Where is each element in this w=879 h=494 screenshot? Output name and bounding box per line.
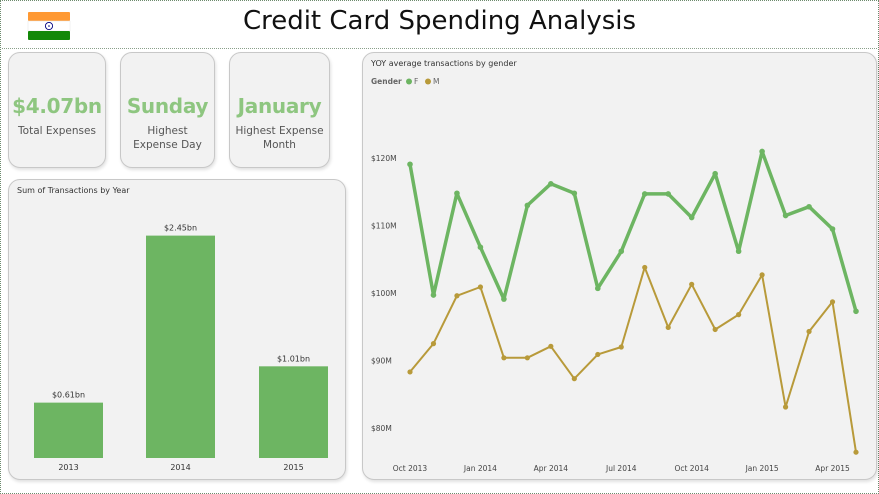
- y-tick-label-80: $80M: [371, 424, 392, 433]
- y-tick-label-120: $120M: [371, 154, 397, 163]
- series-line-M: [409, 266, 857, 453]
- bar-2014: [146, 235, 215, 458]
- bar-2013: [34, 402, 103, 458]
- point-F-2015-03: [806, 203, 812, 210]
- legend-label-M: M: [433, 77, 439, 86]
- x-tick-label-2014-10: Oct 2014: [674, 464, 709, 473]
- point-F-2014-02: [501, 296, 507, 302]
- point-M-2014-02: [501, 355, 507, 361]
- x-tick-label-2015: 2015: [283, 463, 303, 472]
- x-tick-label-2014: 2014: [170, 463, 190, 472]
- point-F-2015-01: [759, 148, 765, 155]
- header-bar: Credit Card Spending Analysis: [2, 2, 877, 49]
- legend-marker-F: [406, 78, 412, 85]
- bar-chart: $0.61bn 2013 $2.45bn 2014 $1.01bn 2015: [34, 224, 328, 472]
- y-tick-label-100: $100M: [371, 289, 397, 298]
- point-M-2014-01: [477, 284, 484, 290]
- point-F-2014-05: [571, 190, 578, 197]
- line-chart: Gender F M $80M $90M $100M $110M $120M Oct 2013 J…: [371, 77, 859, 473]
- point-M-2014-06: [595, 351, 601, 358]
- point-F-2014-07: [618, 248, 625, 255]
- point-M-2015-02: [782, 404, 789, 410]
- point-M-2013-12: [454, 293, 460, 299]
- point-M-2013-10: [407, 369, 413, 375]
- kpi-total-expenses-value: $4.07bn: [12, 94, 102, 118]
- point-M-2014-11: [712, 326, 718, 333]
- bar-data-label-2013: $0.61bn: [52, 391, 85, 400]
- kpi-card-total-expenses[interactable]: $4.07bn Total Expenses: [8, 52, 106, 168]
- x-tick-label-2014-07: Jul 2014: [605, 464, 637, 473]
- legend-marker-M: [425, 78, 431, 85]
- bar-chart-card[interactable]: Sum of Transactions by Year $0.61bn 2013 $…: [8, 179, 346, 480]
- page-title: Credit Card Spending Analysis: [242, 6, 637, 36]
- point-M-2014-09: [665, 324, 671, 331]
- point-F-2013-12: [454, 190, 460, 197]
- point-M-2014-05: [571, 376, 577, 382]
- point-F-2014-11: [712, 170, 718, 177]
- point-M-2014-08: [642, 264, 648, 271]
- point-M-2014-03: [524, 355, 530, 361]
- point-F-2014-03: [524, 202, 531, 209]
- point-M-2013-11: [430, 341, 437, 347]
- point-F-2015-04: [829, 226, 836, 232]
- x-tick-label-2013-10: Oct 2013: [393, 464, 428, 473]
- point-M-2015-03: [806, 328, 812, 335]
- x-tick-label-2015-04: Apr 2015: [815, 464, 850, 473]
- bar-data-label-2014: $2.45bn: [164, 224, 197, 233]
- kpi-total-expenses-label: Total Expenses: [18, 125, 96, 137]
- report-canvas: $4.07bn Total Expenses Sunday Highest Ex…: [2, 50, 877, 491]
- kpi-highest-expense-month-value: January: [237, 94, 322, 118]
- bar-data-label-2015: $1.01bn: [277, 354, 310, 363]
- point-F-2013-11: [430, 292, 437, 298]
- x-tick-label-2015-01: Jan 2015: [745, 464, 779, 473]
- point-M-2014-10: [689, 281, 695, 287]
- kpi-highest-expense-day-label: Highest Expense Day: [133, 125, 202, 151]
- point-F-2014-09: [665, 191, 672, 197]
- point-F-2015-02: [782, 212, 789, 219]
- legend-label-F: F: [414, 77, 418, 86]
- kpi-card-highest-expense-month[interactable]: January Highest Expense Month: [229, 52, 330, 168]
- x-tick-label-2013: 2013: [58, 463, 78, 472]
- y-tick-label-110: $110M: [371, 222, 397, 231]
- point-F-2015-05: [853, 308, 859, 315]
- kpi-highest-expense-month-label: Highest Expense Month: [235, 125, 324, 151]
- point-M-2014-04: [548, 343, 554, 349]
- point-F-2014-12: [735, 248, 742, 255]
- point-F-2013-10: [407, 161, 413, 168]
- point-F-2014-10: [688, 214, 695, 221]
- kpi-highest-expense-day-value: Sunday: [126, 94, 209, 118]
- point-F-2014-08: [641, 191, 648, 197]
- point-F-2014-06: [594, 285, 601, 292]
- legend-title: Gender: [371, 77, 402, 86]
- kpi-card-highest-expense-day[interactable]: Sunday Highest Expense Day: [120, 52, 215, 168]
- point-F-2014-01: [477, 244, 484, 251]
- point-M-2015-04: [829, 299, 836, 305]
- x-tick-label-2014-01: Jan 2014: [463, 464, 497, 473]
- y-tick-label-90: $90M: [371, 356, 392, 365]
- point-M-2014-07: [618, 344, 624, 350]
- x-tick-label-2014-04: Apr 2014: [534, 464, 569, 473]
- bar-2015: [259, 366, 328, 458]
- point-M-2015-01: [759, 272, 765, 278]
- point-F-2014-04: [548, 181, 554, 187]
- point-M-2014-12: [736, 312, 742, 318]
- line-chart-card[interactable]: YOY average transactions by gender Gende…: [362, 52, 877, 480]
- point-M-2015-05: [853, 449, 859, 455]
